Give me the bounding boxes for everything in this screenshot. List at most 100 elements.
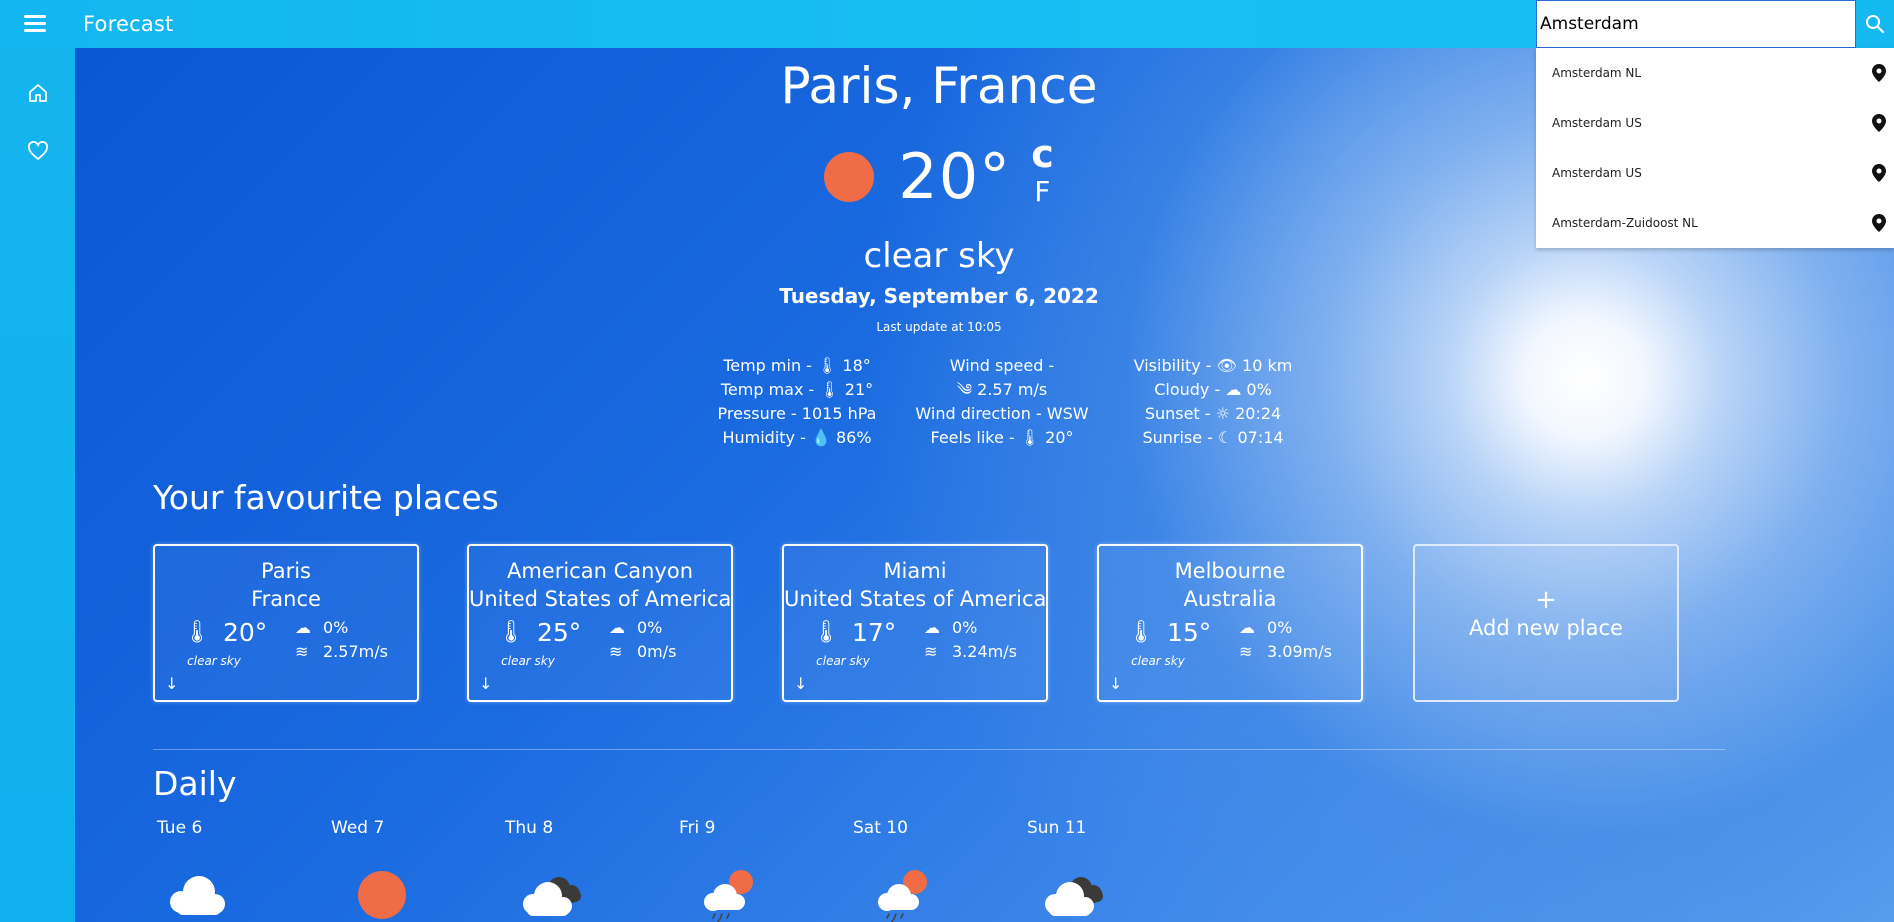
current-date: Tuesday, September 6, 2022 bbox=[779, 284, 1099, 308]
thermometer-icon: 🌡 bbox=[183, 620, 211, 645]
pressure: Pressure - 1015 hPa bbox=[717, 404, 877, 423]
temp-max: Temp max - 🌡 21° bbox=[720, 380, 874, 399]
card-cloud: ☁ 0% bbox=[609, 618, 662, 637]
card-wind: ≋ 3.24m/s bbox=[924, 642, 1017, 661]
sun-icon bbox=[824, 151, 875, 202]
thermometer-icon: 🌡 bbox=[812, 620, 840, 645]
card-sky: clear sky bbox=[501, 654, 555, 668]
suggestion-item[interactable]: Amsterdam US bbox=[1536, 148, 1894, 198]
day-label: Fri 9 bbox=[679, 818, 716, 838]
feels-like: Feels like - 🌡 20° bbox=[930, 428, 1074, 447]
expand-arrow-icon[interactable]: ↓ bbox=[794, 674, 807, 693]
day-label: Thu 8 bbox=[505, 818, 554, 838]
stats-column-2: Wind speed - ༄ 2.57 m/s Wind direction -… bbox=[900, 354, 1104, 450]
card-temp-value: 20° bbox=[222, 618, 268, 647]
menu-icon bbox=[24, 15, 46, 33]
cloud-icon: ☁ bbox=[295, 618, 311, 637]
last-update: Last update at 10:05 bbox=[876, 320, 1002, 334]
temp-min: Temp min - 🌡 18° bbox=[723, 356, 871, 375]
search-bar bbox=[1536, 0, 1894, 48]
card-wind-value: 3.24m/s bbox=[952, 642, 1017, 661]
favourite-card[interactable]: Melbourne Australia 🌡 15° clear sky ☁ 0% ≋… bbox=[1097, 544, 1363, 702]
search-input[interactable] bbox=[1536, 0, 1856, 48]
suggestion-item[interactable]: Amsterdam NL bbox=[1536, 48, 1894, 98]
suggestion-item[interactable]: Amsterdam-Zuidoost NL bbox=[1536, 198, 1894, 248]
card-cloud: ☁ 0% bbox=[295, 618, 348, 637]
suggestion-item[interactable]: Amsterdam US bbox=[1536, 98, 1894, 148]
location-pin-icon bbox=[1872, 64, 1886, 82]
day-label: Sat 10 bbox=[853, 818, 908, 838]
expand-arrow-icon[interactable]: ↓ bbox=[1109, 674, 1122, 693]
card-wind-value: 2.57m/s bbox=[323, 642, 388, 661]
favourite-card[interactable]: American Canyon United States of America… bbox=[467, 544, 733, 702]
card-cloud-value: 0% bbox=[952, 618, 978, 637]
location-pin-icon bbox=[1872, 164, 1886, 182]
card-cloud-value: 0% bbox=[1267, 618, 1293, 637]
card-city: Paris bbox=[261, 559, 311, 583]
card-cloud: ☁ 0% bbox=[924, 618, 977, 637]
cloud-icon: ☁ bbox=[924, 618, 940, 637]
location-pin-icon bbox=[1872, 114, 1886, 132]
sunset: Sunset - ☼ 20:24 bbox=[1144, 404, 1282, 423]
daily-item[interactable]: Tue 6 bbox=[153, 818, 273, 915]
search-button[interactable] bbox=[1856, 0, 1894, 48]
card-temperature: 🌡 20° bbox=[183, 618, 267, 647]
wind-icon: ≋ bbox=[1239, 642, 1253, 661]
daily-item[interactable]: Sun 11 bbox=[1023, 818, 1143, 916]
card-sky: clear sky bbox=[1131, 654, 1185, 668]
expand-arrow-icon[interactable]: ↓ bbox=[165, 674, 178, 693]
humidity: Humidity - 💧 86% bbox=[722, 428, 872, 447]
favourite-card[interactable]: Paris France 🌡 20° clear sky ☁ 0% ≋ 2.57m/s… bbox=[153, 544, 419, 702]
suggestion-label: Amsterdam US bbox=[1552, 116, 1642, 130]
sidebar-item-favourites[interactable] bbox=[0, 122, 75, 180]
cloud-icon: ☁ bbox=[1239, 618, 1255, 637]
top-app-bar: Forecast bbox=[0, 0, 1894, 48]
daily-item[interactable]: Sat 10 bbox=[849, 818, 969, 922]
sidebar bbox=[0, 48, 75, 922]
expand-arrow-icon[interactable]: ↓ bbox=[479, 674, 492, 693]
card-temp-value: 15° bbox=[1166, 618, 1212, 647]
card-wind-value: 0m/s bbox=[637, 642, 677, 661]
card-city: Miami bbox=[883, 559, 947, 583]
stats-column-3: Visibility - 👁 10 km Cloudy - ☁ 0% Sunse… bbox=[1118, 354, 1308, 450]
card-temperature: 🌡 25° bbox=[497, 618, 581, 647]
card-country: United States of America bbox=[469, 587, 732, 611]
card-temperature: 🌡 17° bbox=[812, 618, 896, 647]
day-label: Wed 7 bbox=[331, 818, 385, 838]
day-label: Tue 6 bbox=[157, 818, 203, 838]
card-country: Australia bbox=[1183, 587, 1277, 611]
daily-item[interactable]: Wed 7 bbox=[327, 818, 447, 919]
menu-button[interactable] bbox=[0, 0, 70, 48]
favourite-card[interactable]: Miami United States of America 🌡 17° clea… bbox=[782, 544, 1048, 702]
plus-icon: + bbox=[1535, 585, 1557, 615]
sunrise: Sunrise - ☾ 07:14 bbox=[1142, 428, 1284, 447]
card-country: France bbox=[251, 587, 321, 611]
sidebar-item-home[interactable] bbox=[0, 64, 75, 122]
stats-column-1: Temp min - 🌡 18° Temp max - 🌡 21° Pressu… bbox=[702, 354, 892, 450]
rain-sun-icon bbox=[704, 870, 753, 922]
card-city: Melbourne bbox=[1174, 559, 1286, 583]
wind-speed-value: ༄ 2.57 m/s bbox=[956, 380, 1048, 399]
location-pin-icon bbox=[1872, 214, 1886, 232]
card-temperature: 🌡 15° bbox=[1127, 618, 1211, 647]
app-title: Forecast bbox=[83, 12, 174, 36]
favourites-title: Your favourite places bbox=[153, 478, 499, 517]
add-new-place-label: Add new place bbox=[1469, 616, 1623, 640]
card-cloud-value: 0% bbox=[637, 618, 663, 637]
card-city: American Canyon bbox=[506, 559, 694, 583]
wind-icon: ≋ bbox=[295, 642, 309, 661]
wind-icon: ≋ bbox=[924, 642, 938, 661]
search-suggestions: Amsterdam NL Amsterdam US Amsterdam US A… bbox=[1536, 48, 1894, 248]
cloud-icon bbox=[170, 876, 225, 915]
daily-item[interactable]: Thu 8 bbox=[501, 818, 621, 916]
thermometer-icon: 🌡 bbox=[1127, 620, 1155, 645]
cloudy-icon bbox=[523, 877, 581, 916]
card-country: United States of America bbox=[784, 587, 1047, 611]
card-wind: ≋ 0m/s bbox=[609, 642, 677, 661]
section-divider bbox=[153, 749, 1725, 750]
celsius-toggle[interactable]: c bbox=[1031, 134, 1054, 174]
daily-item[interactable]: Fri 9 bbox=[675, 818, 795, 922]
heart-icon bbox=[27, 141, 48, 160]
fahrenheit-toggle[interactable]: F bbox=[1031, 174, 1054, 210]
add-new-place-button[interactable]: + Add new place bbox=[1413, 544, 1679, 702]
